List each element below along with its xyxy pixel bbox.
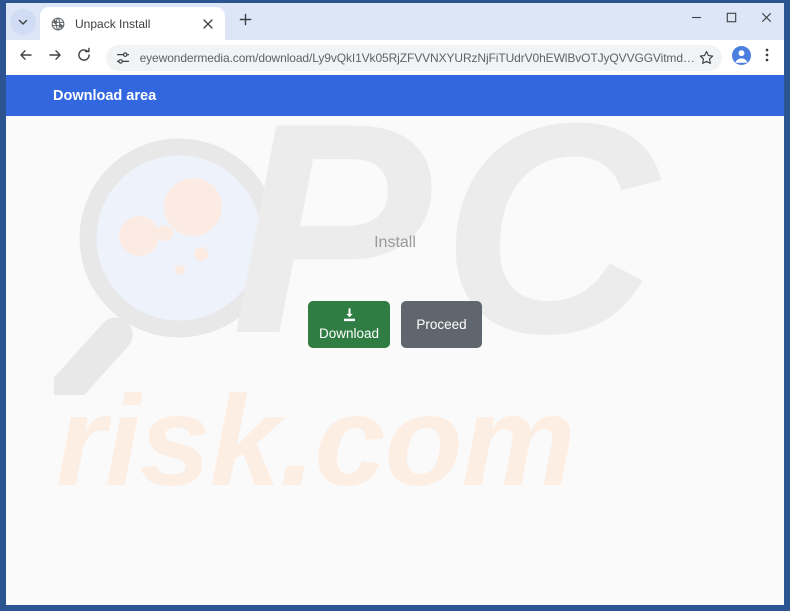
- browser-toolbar: eyewondermedia.com/download/Ly9vQkI1Vk05…: [6, 40, 784, 75]
- minimize-button[interactable]: [679, 3, 714, 35]
- forward-button[interactable]: [44, 44, 67, 72]
- address-bar[interactable]: eyewondermedia.com/download/Ly9vQkI1Vk05…: [105, 44, 723, 71]
- maximize-icon: [726, 10, 737, 28]
- arrow-left-icon: [18, 47, 34, 68]
- tab-close-button[interactable]: [199, 15, 217, 33]
- close-icon: [761, 10, 772, 28]
- tab-search-button[interactable]: [10, 9, 36, 35]
- tab-title: Unpack Install: [75, 16, 151, 31]
- download-button-label: Download: [318, 326, 380, 342]
- domain-watermark: risk.com: [56, 370, 575, 513]
- chrome-menu-button[interactable]: [755, 44, 778, 72]
- url-text: eyewondermedia.com/download/Ly9vQkI1Vk05…: [139, 50, 697, 65]
- tab-strip: Unpack Install: [6, 3, 784, 40]
- site-settings-icon[interactable]: [114, 49, 132, 67]
- reload-icon: [76, 47, 92, 68]
- window-controls: [679, 3, 784, 40]
- page-header-bar: Download area: [6, 75, 784, 116]
- install-block: Install Download Proceed: [6, 234, 784, 348]
- globe-icon: [50, 16, 66, 32]
- page-viewport: Download area PC risk.com Install Downlo…: [6, 75, 784, 605]
- back-button[interactable]: [15, 44, 38, 72]
- new-tab-button[interactable]: [231, 8, 259, 36]
- download-button[interactable]: Download: [308, 301, 390, 348]
- avatar: [732, 45, 752, 70]
- action-button-row: Download Proceed: [308, 301, 482, 348]
- page-title: Download area: [53, 87, 157, 104]
- chevron-down-icon: [17, 16, 29, 28]
- browser-tab[interactable]: Unpack Install: [40, 7, 225, 40]
- profile-button[interactable]: [730, 44, 753, 72]
- arrow-right-icon: [47, 47, 63, 68]
- install-label: Install: [374, 234, 416, 251]
- more-vertical-icon: [759, 47, 775, 68]
- proceed-button[interactable]: Proceed: [401, 301, 482, 348]
- bookmark-star-icon[interactable]: [696, 48, 716, 68]
- minimize-icon: [691, 10, 702, 28]
- page-content: PC risk.com Install Download Proceed: [6, 116, 784, 605]
- plus-icon: [239, 13, 252, 31]
- reload-button[interactable]: [73, 44, 96, 72]
- browser-window: Unpack Install eyewondermedia.com/downlo…: [6, 3, 784, 605]
- maximize-button[interactable]: [714, 3, 749, 35]
- close-button[interactable]: [749, 3, 784, 35]
- download-icon: [342, 308, 357, 326]
